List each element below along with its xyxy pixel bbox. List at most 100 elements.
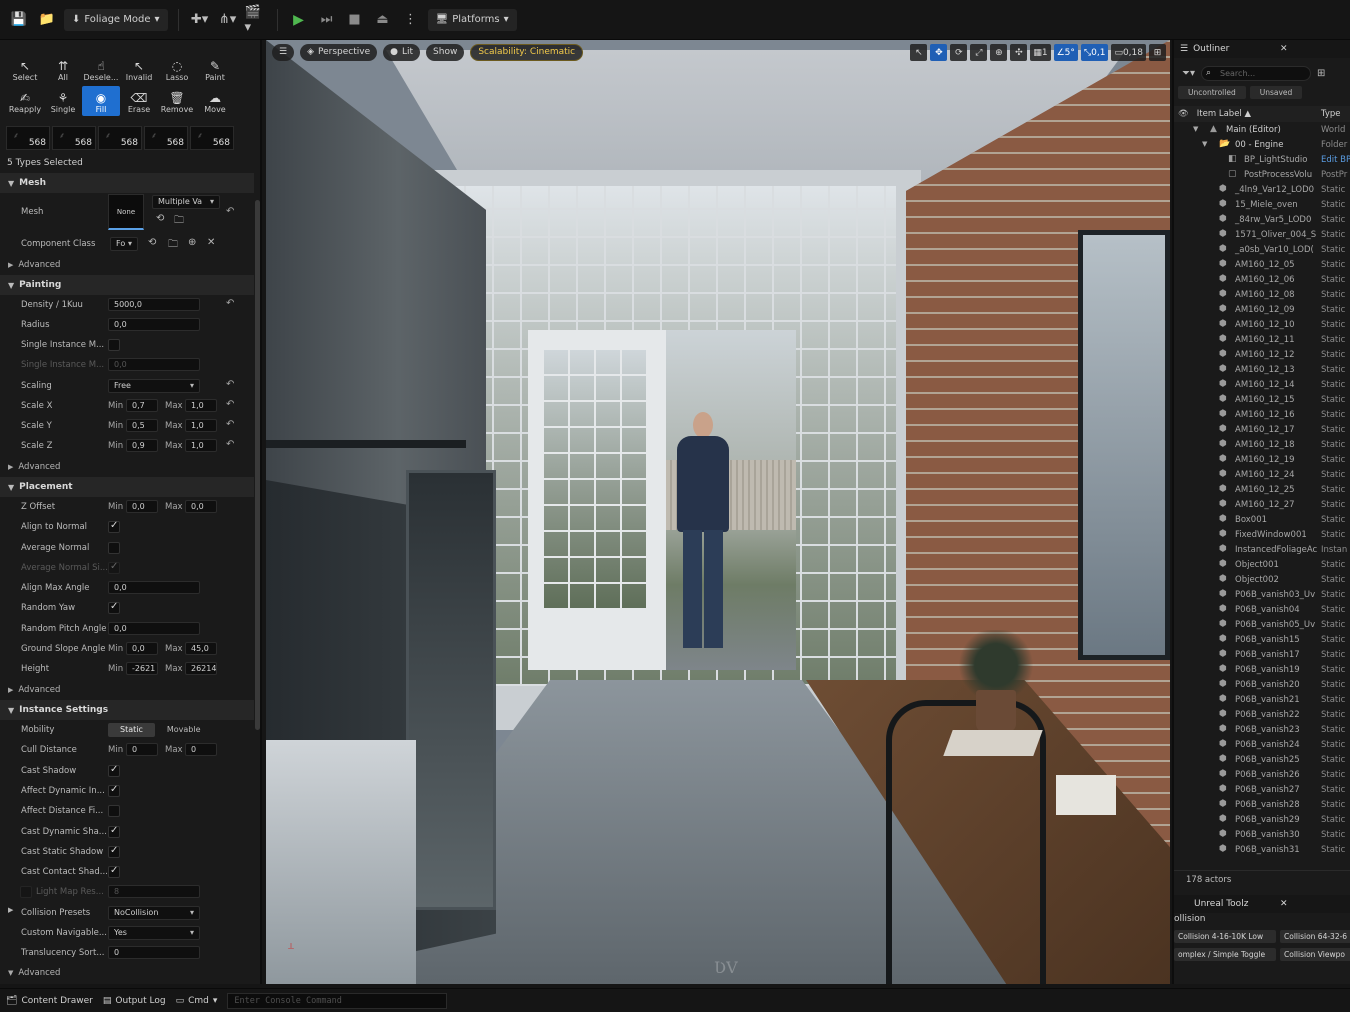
outliner-row[interactable]: ⬢ P06B_vanish30 Static <box>1174 829 1350 844</box>
average-normal-si-checkbox[interactable] <box>108 561 120 574</box>
outliner-row[interactable]: ⬢ P06B_vanish27 Static <box>1174 784 1350 799</box>
outliner-row[interactable]: ⬢ P06B_vanish20 Static <box>1174 679 1350 694</box>
outliner-search-input[interactable]: ⌕ Search... <box>1201 65 1312 81</box>
instance-advanced[interactable]: ▼ Advanced <box>0 963 254 983</box>
outliner-row[interactable]: ⬢ AM160_12_19 Static <box>1174 454 1350 469</box>
outliner-row[interactable]: ⬢ P06B_vanish26 Static <box>1174 769 1350 784</box>
painting-advanced[interactable]: ▶ Advanced <box>0 457 254 477</box>
outliner-row[interactable]: ⬢ P06B_vanish19 Static <box>1174 664 1350 679</box>
outliner-row[interactable]: ⬢ 15_Miele_oven Static <box>1174 199 1350 214</box>
section-instance-settings[interactable]: ▼ Instance Settings <box>0 700 254 720</box>
scale-z-max[interactable]: 1,0 <box>185 439 217 452</box>
perspective-button[interactable]: ◈ Perspective <box>300 43 378 61</box>
expand-arrow-icon[interactable]: ▼ <box>1193 125 1198 133</box>
scale-x-min[interactable]: 0,7 <box>126 399 158 412</box>
tool-invalid[interactable]: ↖ Invalid <box>120 54 158 84</box>
z-offset-min[interactable]: 0,0 <box>126 500 158 513</box>
outliner-item-type[interactable]: Edit BP <box>1321 155 1350 165</box>
reset-icon[interactable]: ↶ <box>226 399 234 410</box>
outliner-row[interactable]: ⬢ AM160_12_25 Static <box>1174 484 1350 499</box>
outliner-row[interactable]: ⬢ AM160_12_24 Static <box>1174 469 1350 484</box>
tool-reapply[interactable]: ✍ Reapply <box>6 86 44 116</box>
console-input[interactable]: Enter Console Command <box>227 992 448 1009</box>
scaling-dropdown[interactable]: Free ▾ <box>108 379 200 393</box>
scale-y-min[interactable]: 0,5 <box>126 419 158 432</box>
outliner-row[interactable]: ⬢ P06B_vanish29 Static <box>1174 814 1350 829</box>
outliner-row[interactable]: ▼ 📂 00 - Engine Folder <box>1174 139 1350 154</box>
collision-low-button[interactable]: Collision 4-16-10K Low <box>1174 930 1276 943</box>
single-instance2-input[interactable]: 0,0 <box>108 358 200 371</box>
component-class-dropdown[interactable]: Fo ▾ <box>110 237 138 251</box>
average-normal-checkbox[interactable] <box>108 542 120 554</box>
mesh-advanced[interactable]: ▶ Advanced <box>0 255 254 275</box>
panel-scrollbar[interactable] <box>255 200 260 730</box>
single-instance-checkbox[interactable] <box>108 339 120 351</box>
viewport-menu-button[interactable]: ☰ <box>272 43 295 61</box>
section-painting[interactable]: ▼ Painting <box>0 275 254 295</box>
scalability-button[interactable]: Scalability: Cinematic <box>470 43 584 61</box>
cull-distance-min[interactable]: 0 <box>126 743 158 756</box>
column-item-label[interactable]: Item Label ▲ <box>1197 109 1251 119</box>
filter-unsaved[interactable]: Unsaved <box>1249 86 1303 99</box>
foliage-type-thumb[interactable]: ⸙ 568 <box>144 126 188 150</box>
unreal-toolz-tab[interactable]: Unreal Toolz ✕ <box>1174 895 1350 913</box>
add-icon[interactable]: ⊕ <box>188 237 196 248</box>
height-min[interactable]: -2621 <box>126 662 158 675</box>
blueprint-icon[interactable]: ⋔▾ <box>217 9 239 31</box>
use-selected-icon[interactable]: ⟲ <box>156 213 164 224</box>
mesh-dropdown[interactable]: Multiple Va ▾ <box>152 195 220 209</box>
outliner-row[interactable]: ⬢ P06B_vanish23 Static <box>1174 724 1350 739</box>
light-map-checkbox[interactable] <box>20 886 32 898</box>
outliner-row[interactable]: ⬢ Box001 Static <box>1174 514 1350 529</box>
section-placement[interactable]: ▼ Placement <box>0 477 254 497</box>
tool-single[interactable]: ⚘ Single <box>44 86 82 116</box>
collision-viewport-button[interactable]: Collision Viewpo <box>1280 948 1350 961</box>
outliner-row[interactable]: ⬢ Object001 Static <box>1174 559 1350 574</box>
outliner-row[interactable]: ⬢ _4ln9_Var12_LOD0 Static <box>1174 184 1350 199</box>
outliner-row[interactable]: ◧ BP_LightStudio Edit BP <box>1174 154 1350 169</box>
translucency-input[interactable]: 0 <box>108 946 200 959</box>
outliner-row[interactable]: ⬢ AM160_12_10 Static <box>1174 319 1350 334</box>
outliner-row[interactable]: ⬢ P06B_vanish22 Static <box>1174 709 1350 724</box>
tool-lasso[interactable]: ◌ Lasso <box>158 54 196 84</box>
scale-z-min[interactable]: 0,9 <box>126 439 158 452</box>
outliner-row[interactable]: ⬢ AM160_12_05 Static <box>1174 259 1350 274</box>
outliner-row[interactable]: ⬢ AM160_12_16 Static <box>1174 409 1350 424</box>
outliner-row[interactable]: ⬢ P06B_vanish21 Static <box>1174 694 1350 709</box>
align-max-angle-input[interactable]: 0,0 <box>108 581 200 594</box>
browse-asset-icon[interactable]: 🗀 <box>168 237 178 254</box>
outliner-row[interactable]: ⬢ P06B_vanish15 Static <box>1174 634 1350 649</box>
foliage-type-thumb[interactable]: ⸙ 568 <box>98 126 142 150</box>
collision-presets-dropdown[interactable]: NoCollision ▾ <box>108 906 200 920</box>
outliner-row[interactable]: ⬢ P06B_vanish05_Uv Static <box>1174 619 1350 634</box>
filter-uncontrolled[interactable]: Uncontrolled <box>1178 86 1246 99</box>
outliner-row[interactable]: ⬢ P06B_vanish31 Static <box>1174 844 1350 859</box>
placement-advanced[interactable]: ▶ Advanced <box>0 680 254 700</box>
more-options-icon[interactable]: ⋮ <box>400 9 422 31</box>
platforms-dropdown[interactable]: 🖥 Platforms ▾ <box>427 8 517 31</box>
mobility-static[interactable]: Static <box>108 723 155 737</box>
level-viewport[interactable]: ⟂ ƲV ☰ ◈ Perspective ● Lit Show Scalabilit… <box>266 40 1170 984</box>
tool-all[interactable]: ⇈ All <box>44 54 82 84</box>
cast-dynamic-checkbox[interactable] <box>108 825 120 838</box>
custom-navigable-dropdown[interactable]: Yes ▾ <box>108 926 200 940</box>
step-icon[interactable]: ⏭ <box>316 9 338 31</box>
stop-icon[interactable]: ■ <box>344 9 366 31</box>
add-icon[interactable]: ⊞ <box>1317 68 1325 79</box>
outliner-tab[interactable]: ☰ Outliner ✕ <box>1174 40 1350 58</box>
cast-contact-checkbox[interactable] <box>108 865 120 878</box>
cull-distance-max[interactable]: 0 <box>185 743 217 756</box>
light-map-input[interactable]: 8 <box>108 885 200 898</box>
tool-deselect[interactable]: ☝ Desele... <box>82 54 120 84</box>
cast-static-checkbox[interactable] <box>108 845 120 858</box>
outliner-row[interactable]: ⬢ AM160_12_14 Static <box>1174 379 1350 394</box>
outliner-row[interactable]: ▢ PostProcessVolu PostPr <box>1174 169 1350 184</box>
outliner-row[interactable]: ⬢ AM160_12_09 Static <box>1174 304 1350 319</box>
height-max[interactable]: 26214 <box>185 662 217 675</box>
outliner-row[interactable]: ⬢ FixedWindow001 Static <box>1174 529 1350 544</box>
use-selected-icon[interactable]: ⟲ <box>148 237 156 248</box>
expand-arrow-icon[interactable]: ▼ <box>1202 140 1207 148</box>
outliner-row[interactable]: ⬢ Object002 Static <box>1174 574 1350 589</box>
outliner-row[interactable]: ⬢ AM160_12_11 Static <box>1174 334 1350 349</box>
browse-icon[interactable]: 📁 <box>36 9 58 31</box>
